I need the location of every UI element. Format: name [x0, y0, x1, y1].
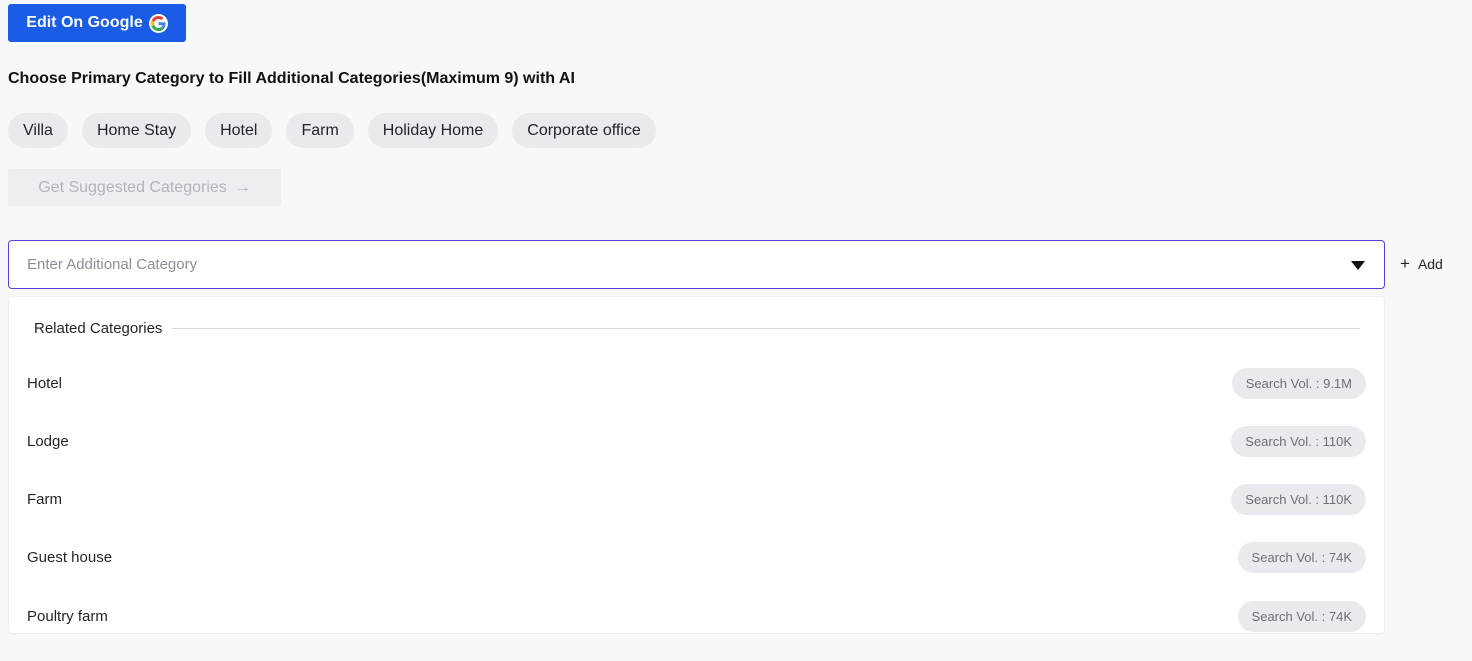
- google-g-icon: [148, 13, 168, 33]
- chip-farm[interactable]: Farm: [286, 113, 354, 148]
- search-volume-badge: Search Vol. : 9.1M: [1231, 367, 1366, 399]
- search-volume-badge: Search Vol. : 74K: [1237, 600, 1366, 632]
- option-label: Hotel: [27, 374, 63, 392]
- related-categories-dropdown: Related Categories Hotel Search Vol. : 9…: [8, 296, 1385, 634]
- option-label: Lodge: [27, 432, 69, 450]
- arrow-right-icon: →: [234, 178, 251, 196]
- option-farm[interactable]: Farm Search Vol. : 110K: [9, 479, 1384, 519]
- edit-on-google-button[interactable]: Edit On Google: [8, 4, 186, 42]
- caret-down-icon[interactable]: [1350, 259, 1366, 271]
- option-label: Poultry farm: [27, 607, 108, 625]
- additional-category-input[interactable]: [27, 256, 1350, 273]
- option-lodge[interactable]: Lodge Search Vol. : 110K: [9, 421, 1384, 461]
- option-guest-house[interactable]: Guest house Search Vol. : 74K: [9, 537, 1384, 577]
- related-categories-title: Related Categories: [34, 319, 163, 337]
- page: Edit On Google Choose Primary Category t…: [0, 0, 1472, 661]
- option-poultry-farm[interactable]: Poultry farm Search Vol. : 74K: [9, 596, 1384, 633]
- option-label: Guest house: [27, 548, 113, 566]
- add-category-button[interactable]: + Add: [1400, 252, 1443, 276]
- primary-category-chips: Villa Home Stay Hotel Farm Holiday Home …: [8, 113, 656, 148]
- chip-holiday-home[interactable]: Holiday Home: [367, 113, 499, 148]
- edit-on-google-label: Edit On Google: [26, 14, 143, 31]
- chip-home-stay[interactable]: Home Stay: [81, 113, 192, 148]
- chip-villa[interactable]: Villa: [8, 113, 68, 148]
- related-categories-header: Related Categories: [34, 317, 1360, 339]
- chip-corporate-office[interactable]: Corporate office: [512, 113, 656, 148]
- search-volume-badge: Search Vol. : 74K: [1237, 541, 1366, 573]
- search-volume-badge: Search Vol. : 110K: [1231, 483, 1366, 515]
- add-label: Add: [1417, 256, 1443, 272]
- chip-hotel[interactable]: Hotel: [205, 113, 273, 148]
- option-label: Farm: [27, 490, 62, 508]
- get-suggested-categories-label: Get Suggested Categories: [38, 178, 227, 196]
- divider: [172, 327, 1360, 329]
- option-hotel[interactable]: Hotel Search Vol. : 9.1M: [9, 363, 1384, 403]
- get-suggested-categories-button[interactable]: Get Suggested Categories →: [8, 169, 281, 206]
- page-title: Choose Primary Category to Fill Addition…: [8, 70, 575, 87]
- plus-icon: +: [1400, 254, 1410, 273]
- additional-category-combobox[interactable]: [8, 240, 1385, 289]
- search-volume-badge: Search Vol. : 110K: [1231, 425, 1366, 457]
